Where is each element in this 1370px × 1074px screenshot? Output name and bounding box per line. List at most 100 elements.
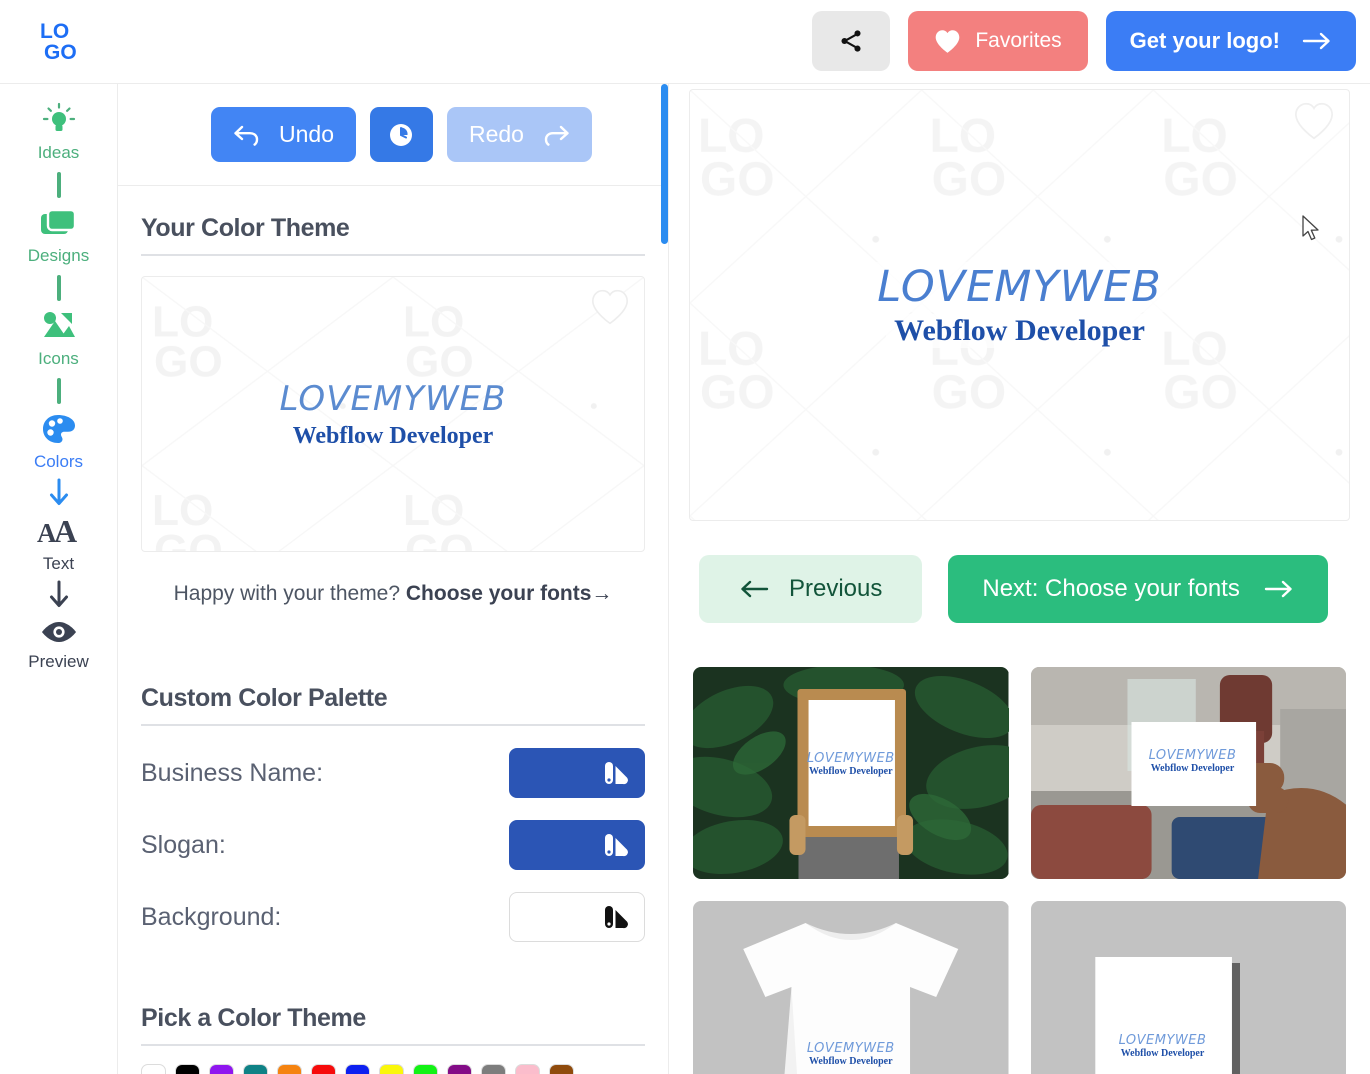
palette-row-background: Background: <box>141 892 645 942</box>
mockup-slogan: Webflow Developer <box>1150 763 1235 774</box>
sidebar-item-colors[interactable]: Colors <box>34 413 83 472</box>
custom-color-palette-title: Custom Color Palette <box>141 684 388 712</box>
sidebar-item-text[interactable]: A A Text <box>37 517 81 574</box>
sidebar-item-label: Text <box>42 554 75 573</box>
mouse-cursor <box>1301 215 1321 248</box>
redo-button[interactable]: Redo <box>446 107 592 162</box>
arrow-right-icon <box>1264 580 1292 598</box>
palette-icon <box>42 415 75 443</box>
mockup-business-name: LOVEMYWEB <box>806 1041 895 1056</box>
step-connector <box>56 378 61 404</box>
color-theme-chip[interactable] <box>379 1064 404 1074</box>
mockup-business-name: LOVEMYWEB <box>806 751 895 766</box>
arrow-right-icon <box>1302 32 1330 50</box>
next-choose-fonts-button[interactable]: Next: Choose your fonts <box>948 555 1328 623</box>
lightbulb-icon <box>42 102 75 131</box>
image-icon <box>44 312 76 337</box>
business-name-color-button[interactable] <box>509 748 645 798</box>
redo-label: Redo <box>468 121 524 147</box>
color-swatch-icon <box>605 906 628 929</box>
mockup-paper-stack[interactable]: LOVEMYWEB Webflow Developer <box>1030 901 1346 1074</box>
sidebar-item-preview[interactable]: Preview <box>28 619 89 672</box>
mockup-grid: LOVEMYWEB Webflow Developer LOVEMYWEB We… <box>689 667 1350 1074</box>
color-theme-chip[interactable] <box>209 1064 234 1074</box>
svg-text:GO: GO <box>44 41 77 64</box>
background-color-button[interactable] <box>509 892 645 942</box>
color-theme-chip[interactable] <box>311 1064 336 1074</box>
logo-preview-card[interactable]: LO GO LOVEMYWEB Webflow Developer <box>689 89 1350 521</box>
color-theme-chip[interactable] <box>243 1064 268 1074</box>
current-theme-logo-card[interactable]: LO GO LOVEMYWEB Webflow Developer <box>141 276 645 552</box>
sidebar-item-designs[interactable]: Designs <box>28 207 89 266</box>
panel-scrollbar[interactable] <box>661 84 668 244</box>
heart-icon <box>936 29 960 53</box>
sidebar-item-label: Colors <box>33 452 84 471</box>
history-toolbar: Undo Redo <box>118 84 668 186</box>
palette-row-business-name: Business Name: <box>141 748 645 798</box>
top-bar: LO GO Favorites Get your logo! <box>0 0 1370 84</box>
sidebar-item-ideas[interactable]: Ideas <box>38 102 79 163</box>
history-button[interactable] <box>369 107 433 162</box>
mockup-slogan: Webflow Developer <box>1120 1048 1205 1059</box>
color-theme-chip[interactable] <box>413 1064 438 1074</box>
app-logo[interactable]: LO GO <box>40 18 88 66</box>
svg-text:LO: LO <box>40 20 69 43</box>
get-your-logo-button[interactable]: Get your logo! <box>1105 11 1356 71</box>
clock-icon <box>390 123 413 146</box>
color-swatch-icon <box>605 762 628 785</box>
previous-label: Previous <box>789 575 883 602</box>
logo-mark-icon: LO GO <box>40 20 77 64</box>
undo-label: Undo <box>279 121 334 147</box>
editor-panel: Undo Redo Your Color Theme LOVEMYWEB Web… <box>118 84 669 1074</box>
next-label: Next: Choose your fonts <box>982 575 1240 602</box>
mockup-framed-poster-plants[interactable]: LOVEMYWEB Webflow Developer <box>693 667 1009 879</box>
preview-panel: LO GO LOVEMYWEB Webflow Developer Previo… <box>669 84 1370 1074</box>
pick-a-color-theme-title: Pick a Color Theme <box>141 1004 366 1032</box>
get-your-logo-label: Get your logo! <box>1129 28 1280 53</box>
favorite-theme-button[interactable] <box>590 289 630 328</box>
svg-text:A: A <box>54 517 77 547</box>
heart-outline-icon <box>591 289 629 325</box>
mockup-logo: LOVEMYWEB Webflow Developer <box>1131 748 1255 774</box>
step-arrow-down-icon <box>46 478 72 513</box>
mockup-business-name: LOVEMYWEB <box>1148 748 1237 763</box>
divider <box>141 254 645 256</box>
favorite-preview-button[interactable] <box>1293 102 1335 143</box>
logo-slogan: Webflow Developer <box>292 422 494 449</box>
color-theme-chip[interactable] <box>515 1064 540 1074</box>
sidebar-item-icons[interactable]: Icons <box>38 310 79 369</box>
preview-business-name: LOVEMYWEB <box>871 262 1168 312</box>
previous-button[interactable]: Previous <box>699 555 923 623</box>
mockup-slogan: Webflow Developer <box>808 1056 893 1067</box>
wizard-nav: Previous Next: Choose your fonts <box>689 555 1350 623</box>
share-button[interactable] <box>812 11 891 71</box>
undo-button[interactable]: Undo <box>211 107 356 162</box>
mockup-business-card-hand[interactable]: LOVEMYWEB Webflow Developer <box>1030 667 1346 879</box>
choose-your-fonts-link[interactable]: Choose your fonts <box>406 582 592 605</box>
color-theme-chip[interactable] <box>141 1064 166 1074</box>
palette-row-label: Slogan: <box>141 830 226 859</box>
mockup-logo: LOVEMYWEB Webflow Developer <box>693 751 1009 777</box>
step-connector <box>56 275 61 301</box>
favorites-button[interactable]: Favorites <box>908 11 1088 71</box>
mockup-white-tshirt[interactable]: LOVEMYWEB Webflow Developer <box>693 901 1009 1074</box>
color-swatch-icon <box>605 834 628 857</box>
step-arrow-down-icon <box>46 580 72 615</box>
heart-outline-icon <box>1294 102 1334 140</box>
palette-row-label: Business Name: <box>141 758 324 787</box>
mockup-logo: LOVEMYWEB Webflow Developer <box>693 1041 1009 1067</box>
preview-slogan: Webflow Developer <box>886 314 1153 348</box>
text-aa-icon: A A <box>37 517 77 547</box>
color-theme-chip[interactable] <box>447 1064 472 1074</box>
mockup-business-name: LOVEMYWEB <box>1118 1033 1207 1048</box>
step-connector <box>56 172 61 198</box>
color-theme-chip[interactable] <box>345 1064 370 1074</box>
undo-arrow-icon <box>234 125 259 146</box>
color-theme-chip[interactable] <box>175 1064 200 1074</box>
color-theme-chip[interactable] <box>549 1064 574 1074</box>
palette-row-label: Background: <box>141 902 282 931</box>
slogan-color-button[interactable] <box>509 820 645 870</box>
choose-fonts-hint: Happy with your theme? Choose your fonts… <box>141 582 645 606</box>
color-theme-chip[interactable] <box>277 1064 302 1074</box>
color-theme-chip[interactable] <box>481 1064 506 1074</box>
